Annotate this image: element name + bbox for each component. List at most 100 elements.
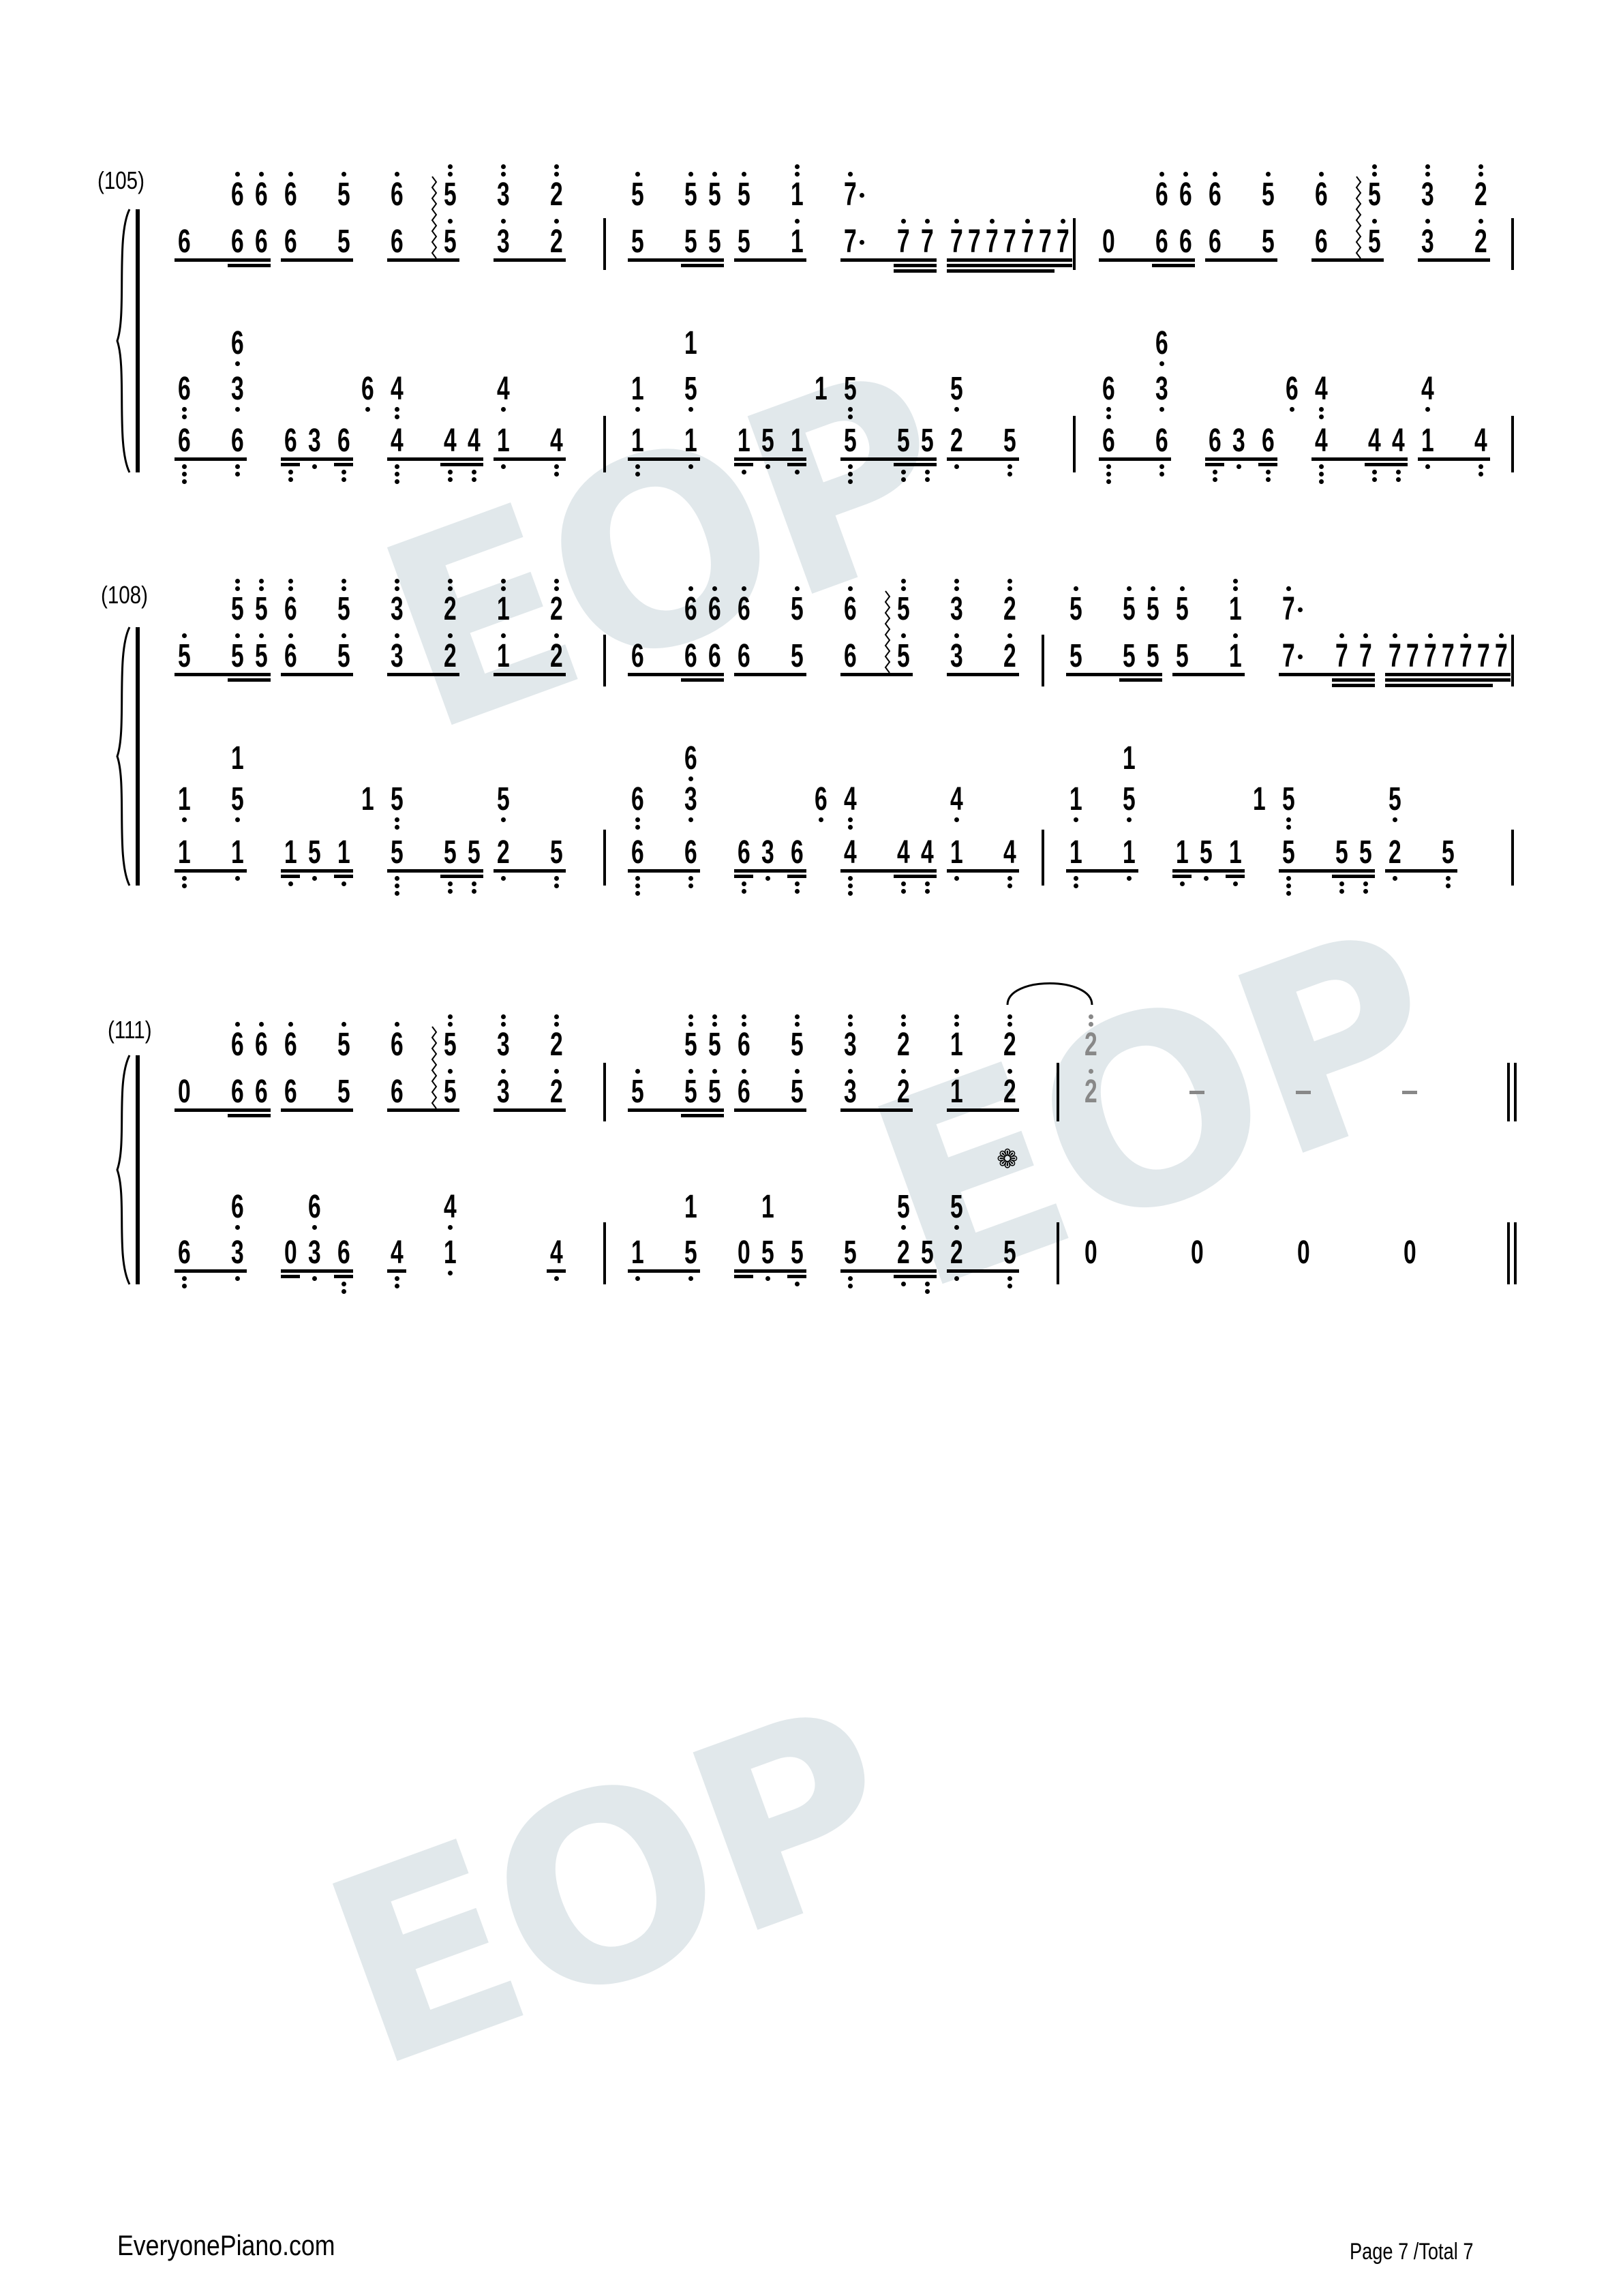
octave-dot-above [235,579,240,584]
underline [1172,673,1245,676]
octave-dot-above [712,586,717,591]
note-digit: 2 [896,1235,910,1271]
octave-dot-below [1339,881,1344,886]
note-digit: 2 [1084,1027,1097,1063]
octave-dot-above [954,1022,959,1027]
octave-dot-below [688,776,693,781]
note-digit: 5 [254,591,268,627]
octave-dot-above [501,579,506,584]
note: 6 [280,1028,301,1062]
note: 5 [333,592,354,626]
underline [1385,673,1511,676]
underline [840,1269,937,1273]
barline [603,1063,606,1121]
note: 2 [999,1028,1020,1062]
octave-dot-below [501,817,506,822]
octave-dot-below [1159,464,1164,469]
note: 0 [1293,1236,1314,1270]
note-digit: 5 [1069,638,1082,674]
note-digit: 6 [390,177,404,213]
note: 5 [680,178,701,212]
note: 5 [787,639,807,674]
note: 6 [733,836,754,870]
underline [228,678,271,682]
note-digit: 6 [1179,224,1192,260]
octave-dot-above [848,1022,853,1027]
note: 4 [1311,424,1331,458]
note-digit: 6 [843,638,857,674]
octave-dot-below [795,881,800,886]
note-digit: 2 [549,1027,563,1063]
underline [1205,457,1277,461]
note-digit: 1 [684,1189,697,1225]
note: 2 [1080,1028,1101,1062]
note: 5 [333,225,354,259]
note-digit: 1 [950,1027,963,1063]
octave-dot-above [448,1014,453,1019]
octave-dot-below [1363,881,1368,886]
octave-dot-above [901,579,906,584]
note-digit: 5 [1261,177,1275,213]
octave-dot-below [472,881,476,886]
note-digit: 2 [549,591,563,627]
note-digit: 5 [950,1189,963,1225]
system-line [136,1055,140,1284]
note: 4 [386,372,407,406]
note-digit: 7 [843,177,857,213]
octave-dot-below [1396,470,1401,474]
underline [387,869,483,873]
note-digit: 6 [390,1074,404,1110]
barline [1511,635,1514,686]
note: 5 [627,178,648,212]
note-digit: 2 [549,1074,563,1110]
octave-dot-below [501,464,506,469]
octave-dot-above [795,164,800,169]
note: 6 [627,836,648,870]
octave-dot-above [288,172,293,177]
note: 5 [251,639,271,674]
octave-dot-above [712,1014,717,1019]
octave-dot-above [182,633,187,638]
note: 4 [464,424,484,458]
note-digit: 5 [496,781,510,817]
octave-dot-above [688,586,693,591]
underline [387,1108,459,1112]
octave-dot-above [1233,633,1238,638]
underline [840,258,937,262]
underline [387,673,459,676]
octave-dot-below [742,881,746,886]
note-digit: 1 [1228,638,1242,674]
octave-dot-below [1213,470,1217,474]
note: 5 [227,592,247,626]
note: 5 [999,1236,1020,1270]
octave-dot-below [1266,470,1271,474]
underline [228,264,271,267]
underline [1385,869,1457,873]
note-digit: 4 [549,423,563,459]
note: 7 [1278,592,1299,626]
octave-dot-below [235,472,240,477]
note-digit: 6 [684,834,697,871]
note-digit: 5 [684,371,697,407]
note-digit: 3 [1421,224,1434,260]
note-digit: 5 [1175,591,1189,627]
note-digit: 5 [790,638,804,674]
note: 6 [680,639,701,674]
note-digit: 7 [920,224,934,260]
underline [1205,258,1277,262]
barline [1511,416,1514,472]
note-digit: 7 [1459,638,1472,674]
note-digit: 6 [284,591,297,627]
octave-dot-below [182,414,187,419]
note-digit: 2 [1003,1027,1016,1063]
underline [787,463,806,466]
note: 5 [1119,592,1139,626]
note: 6 [1151,178,1172,212]
note-digit: 5 [708,1027,721,1063]
note-digit: 3 [1232,423,1245,459]
octave-dot-above [1183,172,1188,177]
barline [603,635,606,686]
underline [281,457,353,461]
note-digit: 6 [284,1027,297,1063]
underline [494,673,566,676]
